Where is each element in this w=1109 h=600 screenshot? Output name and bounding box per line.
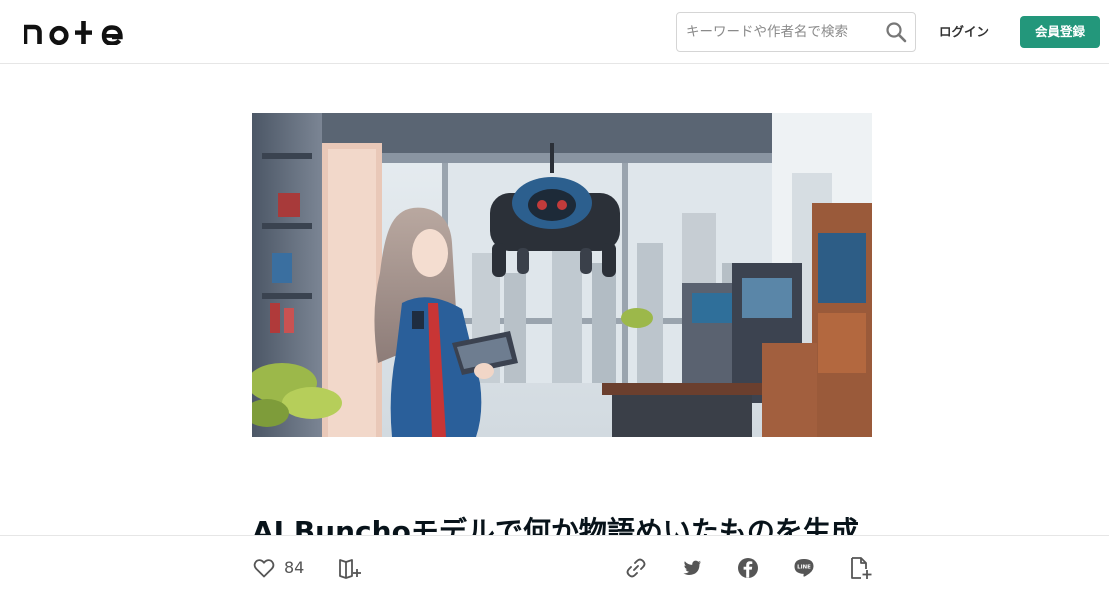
hero-illustration xyxy=(252,113,872,437)
search-box xyxy=(676,12,916,52)
site-header: ログイン 会員登録 xyxy=(0,0,1109,64)
link-icon[interactable] xyxy=(624,556,648,580)
twitter-icon[interactable] xyxy=(680,556,704,580)
login-button[interactable]: ログイン xyxy=(930,16,998,48)
article-hero-image xyxy=(252,113,872,437)
article-action-bar: 84 LINE xyxy=(0,535,1109,600)
line-icon-label: LINE xyxy=(797,565,811,571)
search-icon[interactable] xyxy=(885,21,907,43)
heart-icon[interactable] xyxy=(252,556,276,580)
note-logo-icon xyxy=(22,21,123,46)
facebook-icon[interactable] xyxy=(736,556,760,580)
search-input[interactable] xyxy=(686,13,876,51)
magazine-add-icon[interactable] xyxy=(338,556,362,580)
like-count: 84 xyxy=(284,558,305,577)
embed-icon[interactable] xyxy=(848,556,872,580)
note-logo[interactable] xyxy=(22,19,124,46)
signup-button[interactable]: 会員登録 xyxy=(1020,16,1100,48)
line-icon[interactable]: LINE xyxy=(792,556,816,580)
